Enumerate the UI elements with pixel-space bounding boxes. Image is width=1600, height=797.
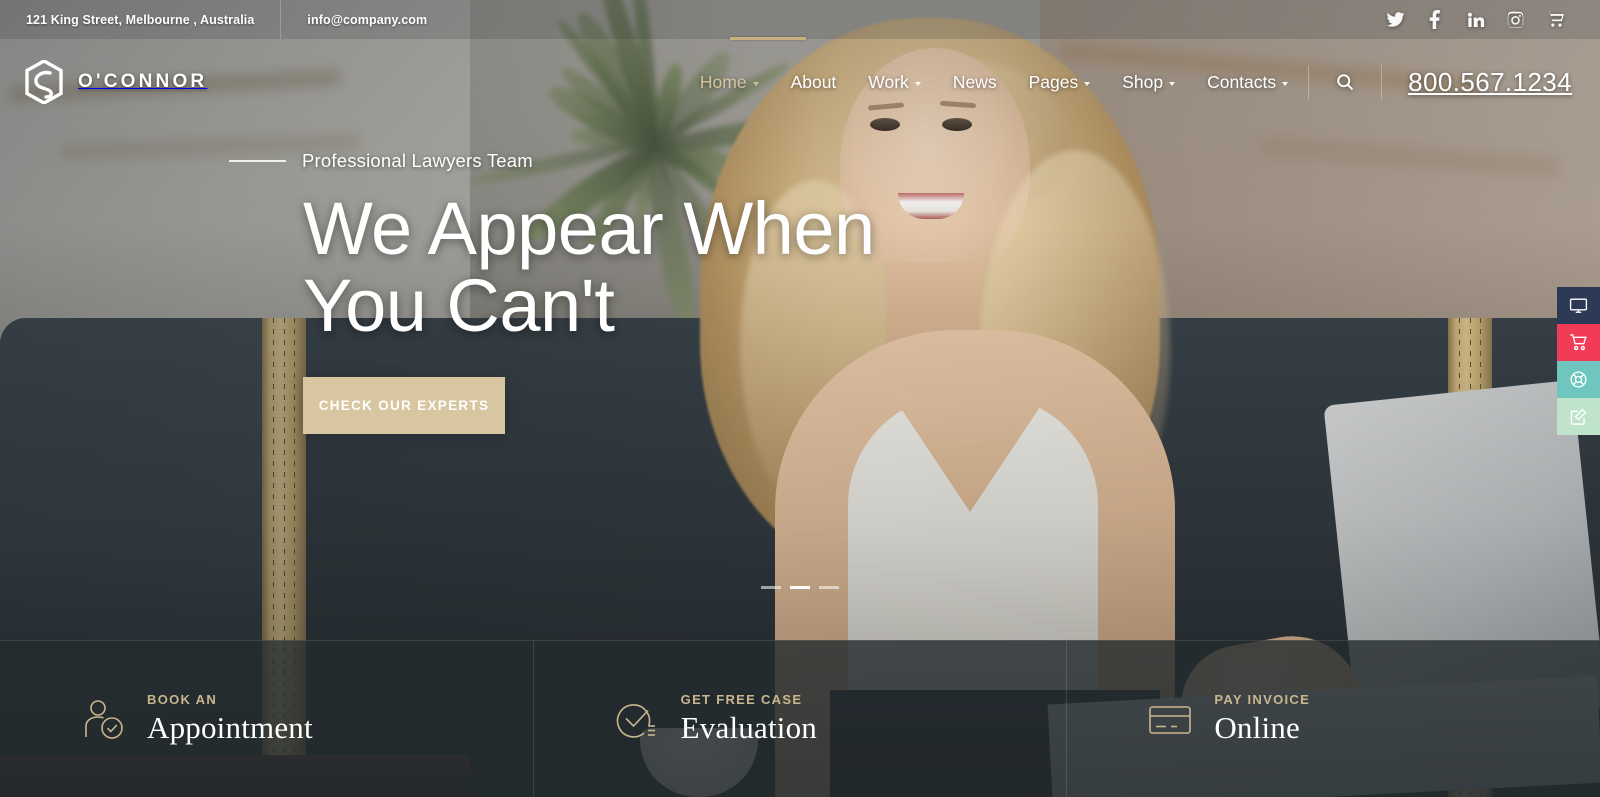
site-header: O'CONNOR Home About Work News Pages Shop… [0, 37, 1600, 125]
hexagon-swirl-logo-icon [25, 60, 63, 104]
nav-label: Shop [1122, 71, 1164, 92]
chevron-down-icon [1282, 81, 1289, 86]
nav-item-shop[interactable]: Shop [1106, 72, 1191, 93]
cart-icon[interactable] [1546, 10, 1566, 29]
nav-label: Work [868, 71, 909, 92]
person-check-icon [79, 695, 127, 743]
eyebrow-rule [229, 160, 286, 162]
service-item-appointment[interactable]: BOOK AN Appointment [0, 641, 533, 797]
rail-support-button[interactable] [1557, 361, 1600, 398]
chevron-down-icon [1084, 81, 1091, 86]
top-bar: 121 King Street, Melbourne , Australia i… [0, 0, 1600, 39]
service-bar: BOOK AN Appointment GET FREE CASE Evalua… [0, 640, 1600, 797]
divider [1308, 65, 1310, 99]
nav-label: Home [699, 71, 747, 92]
hero-eyebrow: Professional Lawyers Team [302, 150, 533, 171]
service-text: GET FREE CASE Evaluation [681, 692, 817, 746]
slider-dot-2[interactable] [790, 586, 810, 589]
rail-customize-button[interactable] [1557, 398, 1600, 435]
hero-eyebrow-row: Professional Lawyers Team [0, 150, 1600, 172]
service-title: Appointment [147, 710, 313, 745]
nav-label: Contacts [1207, 71, 1277, 92]
hero-title-line-1: We Appear When [303, 187, 875, 270]
chevron-down-icon [1169, 81, 1176, 86]
chevron-down-icon [752, 81, 759, 86]
edit-icon [1570, 408, 1587, 425]
main-navigation: Home About Work News Pages Shop Contacts [684, 65, 1600, 99]
nav-item-work[interactable]: Work [852, 72, 937, 93]
service-subtitle: PAY INVOICE [1214, 692, 1311, 707]
slider-pagination [0, 586, 1600, 589]
chevron-down-icon [914, 81, 921, 86]
phone-number[interactable]: 800.567.1234 [1386, 67, 1600, 98]
nav-item-home[interactable]: Home [684, 72, 775, 93]
divider [1381, 65, 1383, 99]
service-subtitle: GET FREE CASE [680, 692, 803, 707]
service-title: Evaluation [680, 710, 817, 745]
hero-title-line-2: You Can't [303, 264, 615, 347]
search-button[interactable] [1313, 72, 1377, 92]
brand-name: O'CONNOR [78, 71, 208, 92]
nav-item-pages[interactable]: Pages [1013, 72, 1107, 93]
address-text: 121 King Street, Melbourne , Australia [26, 12, 255, 27]
credit-card-icon [1146, 695, 1194, 743]
service-item-pay-invoice[interactable]: PAY INVOICE Online [1066, 641, 1600, 797]
check-our-experts-button[interactable]: CHECK OUR EXPERTS [303, 377, 505, 434]
service-title: Online [1214, 710, 1300, 745]
lifering-icon [1570, 371, 1587, 388]
hero-content: Professional Lawyers Team We Appear When… [0, 150, 1600, 434]
nav-item-contacts[interactable]: Contacts [1191, 72, 1304, 93]
monitor-icon [1569, 298, 1588, 313]
rail-demo-button[interactable] [1557, 287, 1600, 324]
slider-dot-1[interactable] [761, 586, 781, 589]
nav-label: Pages [1028, 71, 1079, 92]
rail-purchase-button[interactable] [1557, 324, 1600, 361]
nav-item-news[interactable]: News [937, 72, 1013, 93]
social-links [1386, 10, 1600, 29]
service-text: BOOK AN Appointment [147, 692, 313, 746]
service-subtitle: BOOK AN [147, 692, 218, 707]
checkmark-circle-list-icon [613, 695, 661, 743]
cart-icon [1570, 334, 1587, 351]
facebook-icon[interactable] [1426, 10, 1445, 29]
service-text: PAY INVOICE Online [1214, 692, 1310, 746]
nav-label: About [790, 71, 837, 92]
linkedin-icon[interactable] [1466, 10, 1485, 29]
instagram-icon[interactable] [1506, 10, 1525, 29]
hero-title: We Appear When You Can't [0, 190, 1600, 344]
twitter-icon[interactable] [1386, 10, 1405, 29]
slider-dot-3[interactable] [819, 586, 839, 589]
nav-label: News [952, 71, 997, 92]
email-link[interactable]: info@company.com [281, 13, 453, 27]
active-nav-underline [730, 37, 806, 40]
site-logo[interactable]: O'CONNOR [0, 60, 207, 104]
search-icon [1337, 74, 1354, 91]
service-item-evaluation[interactable]: GET FREE CASE Evaluation [532, 641, 1067, 797]
nav-item-about[interactable]: About [775, 72, 853, 93]
floating-action-rail [1557, 287, 1600, 435]
